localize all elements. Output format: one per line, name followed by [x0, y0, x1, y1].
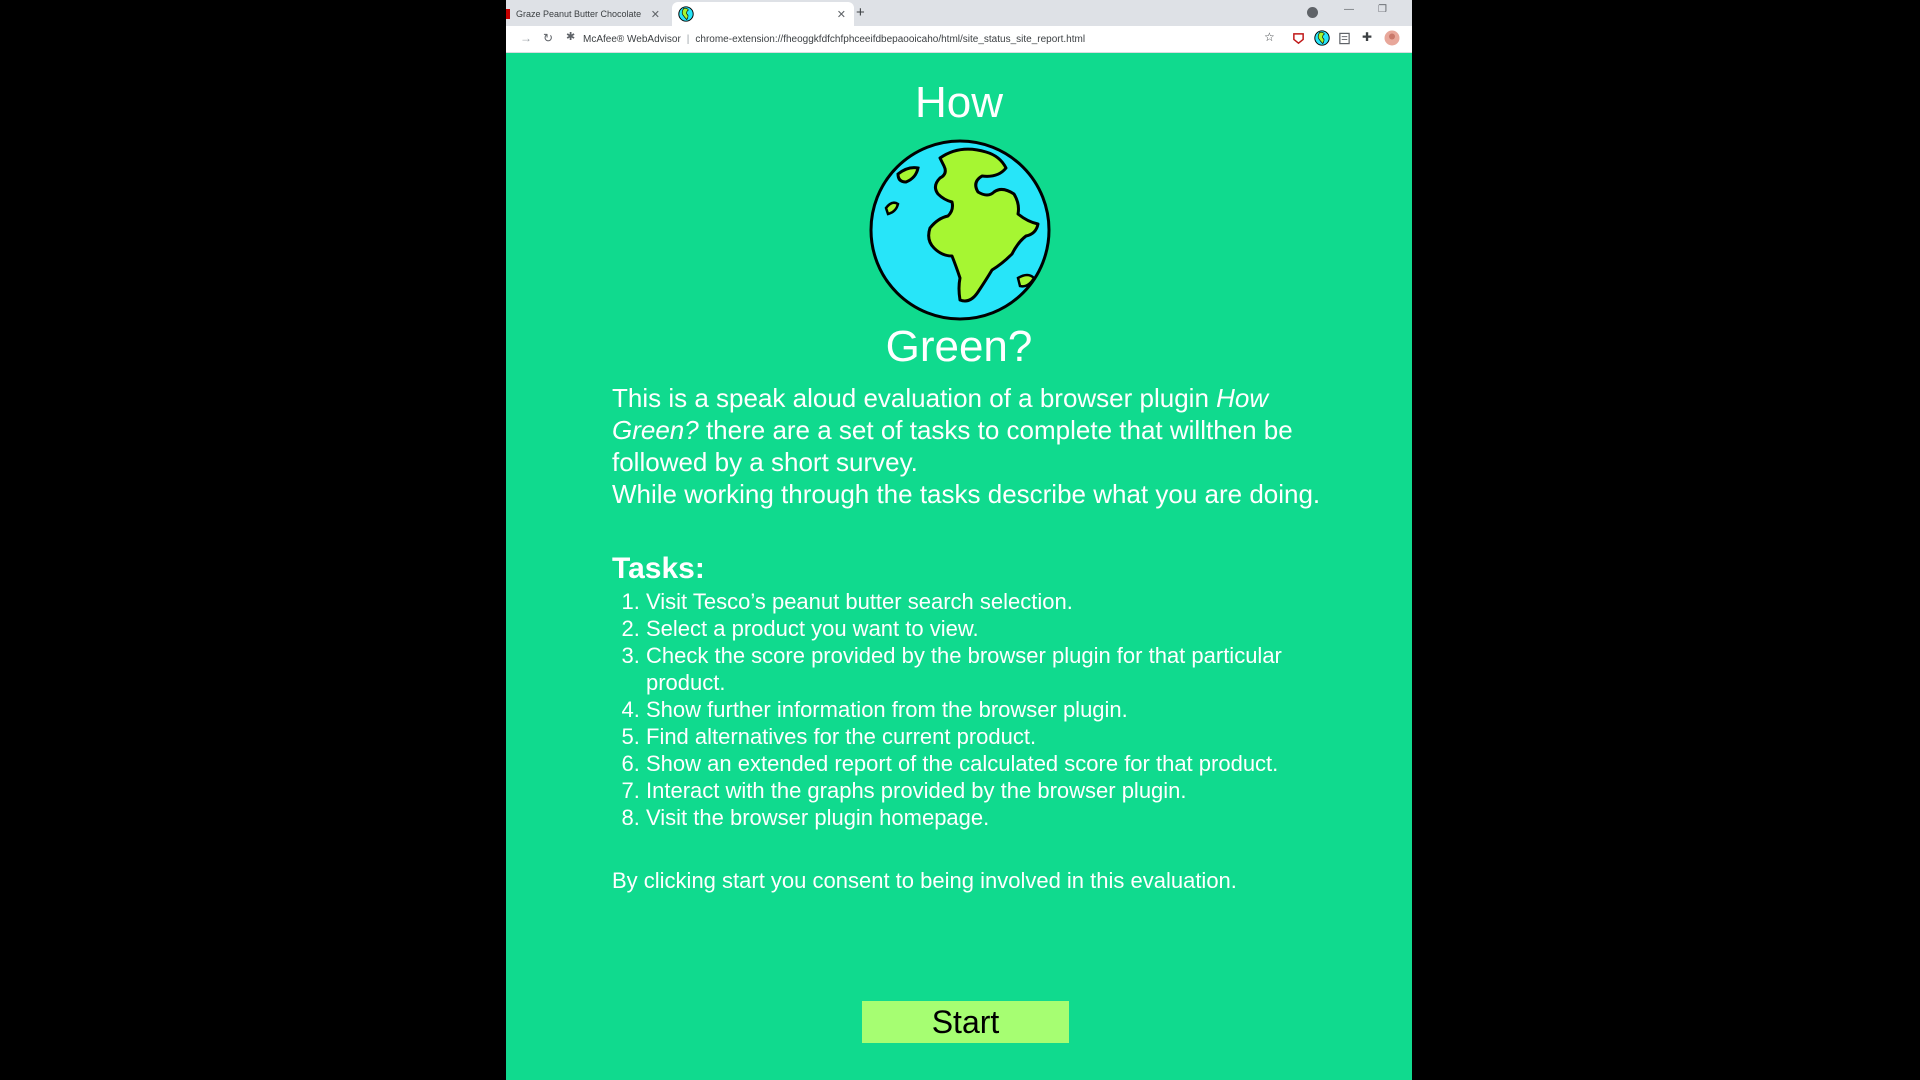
- extension-icon: ✱: [566, 31, 576, 43]
- url-text[interactable]: chrome-extension://fheoggkfdfchfphceeifd…: [695, 34, 1085, 45]
- reader-icon[interactable]: [1338, 32, 1351, 45]
- new-tab-button[interactable]: +: [856, 4, 865, 21]
- intro-paragraph: This is a speak aloud evaluation of a br…: [612, 382, 1322, 478]
- tab-graze[interactable]: Graze Peanut Butter Chocolate F ✕: [506, 2, 668, 26]
- intro-line-2: While working through the tasks describe…: [612, 479, 1321, 509]
- task-item: Visit the browser plugin homepage.: [646, 804, 1322, 831]
- browser-window: Graze Peanut Butter Chocolate F ✕ ✕ + — …: [506, 0, 1412, 1080]
- puzzle-icon[interactable]: ✚: [1362, 30, 1375, 44]
- title-green: Green?: [885, 322, 1033, 371]
- star-icon[interactable]: ☆: [1264, 30, 1277, 44]
- avatar-icon[interactable]: [1384, 30, 1400, 46]
- toolbar: → ↻ ✱ McAfee® WebAdvisor | chrome-extens…: [506, 26, 1412, 53]
- earth-logo-icon: [869, 139, 1051, 321]
- mcafee-icon[interactable]: [1292, 32, 1305, 45]
- tab-title: Graze Peanut Butter Chocolate F: [516, 9, 644, 19]
- tab-strip: Graze Peanut Butter Chocolate F ✕ ✕ + — …: [506, 0, 1412, 26]
- task-item: Find alternatives for the current produc…: [646, 723, 1322, 750]
- task-item: Visit Tesco’s peanut butter search selec…: [646, 588, 1322, 615]
- tab-how-green[interactable]: ✕: [672, 2, 854, 26]
- forward-icon[interactable]: →: [520, 31, 532, 45]
- close-icon[interactable]: ✕: [837, 8, 846, 21]
- intro-text-continued: there are a set of tasks to complete tha…: [612, 415, 1293, 477]
- close-icon[interactable]: ✕: [651, 8, 660, 21]
- globe-icon[interactable]: [1314, 30, 1330, 46]
- task-item: Select a product you want to view.: [646, 615, 1322, 642]
- globe-icon: [678, 6, 694, 22]
- reload-icon[interactable]: ↻: [543, 31, 553, 45]
- tab-search-icon[interactable]: [1307, 7, 1318, 18]
- address-bar[interactable]: ✱ McAfee® WebAdvisor | chrome-extension:…: [566, 29, 1226, 49]
- intro-text: This is a speak aloud evaluation of a br…: [612, 383, 1217, 413]
- task-item: Show further information from the browse…: [646, 696, 1322, 723]
- main-content: This is a speak aloud evaluation of a br…: [612, 382, 1322, 894]
- task-item: Show an extended report of the calculate…: [646, 750, 1322, 777]
- task-list: Visit Tesco’s peanut butter search selec…: [612, 588, 1322, 831]
- consent-text: By clicking start you consent to being i…: [612, 868, 1237, 893]
- restore-icon[interactable]: ❐: [1378, 4, 1387, 15]
- task-item: Interact with the graphs provided by the…: [646, 777, 1322, 804]
- site-chip: McAfee® WebAdvisor: [583, 33, 681, 45]
- minimize-icon[interactable]: —: [1344, 4, 1354, 15]
- tab-favicon-icon: [506, 9, 510, 19]
- task-item: Check the score provided by the browser …: [646, 642, 1322, 696]
- start-button[interactable]: Start: [862, 1001, 1069, 1043]
- separator: |: [686, 33, 690, 45]
- title-how: How: [914, 78, 1004, 127]
- tasks-heading: Tasks:: [612, 552, 705, 585]
